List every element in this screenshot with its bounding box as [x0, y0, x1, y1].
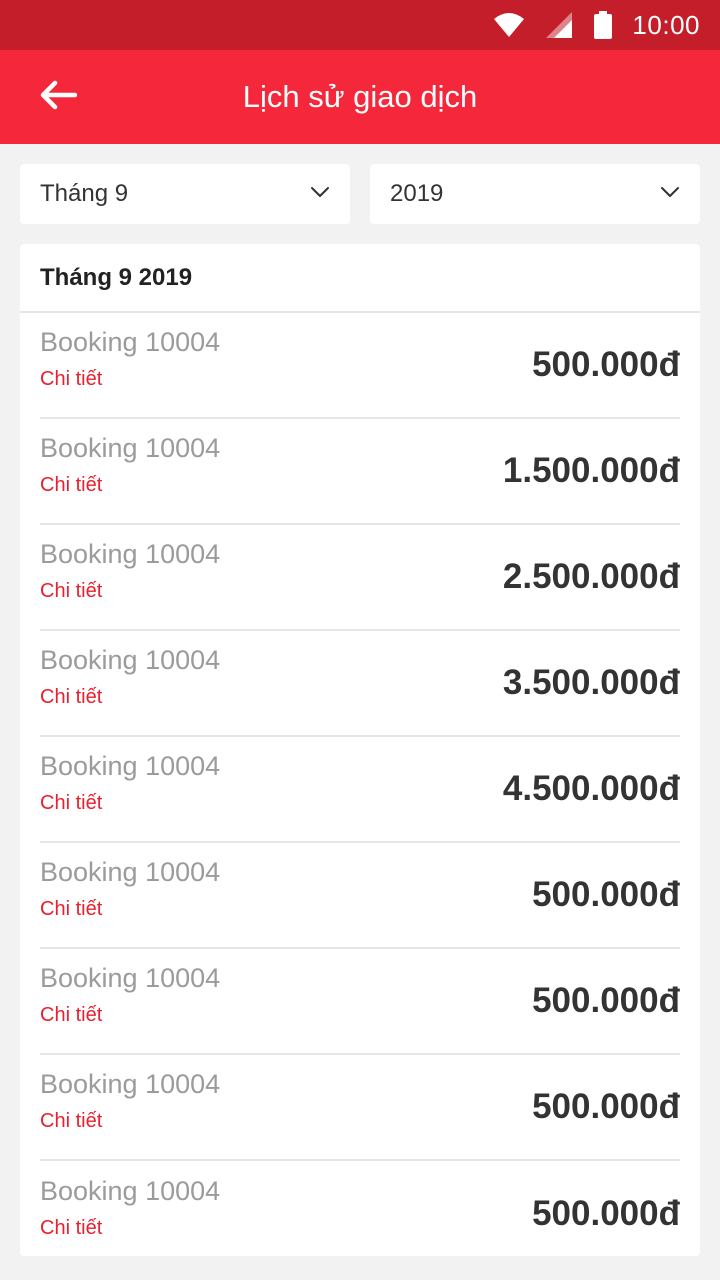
chevron-down-icon — [310, 185, 330, 203]
chevron-down-icon — [660, 185, 680, 203]
section-header: Tháng 9 2019 — [20, 244, 700, 313]
transaction-name: Booking 10004 — [40, 963, 221, 993]
transaction-name: Booking 10004 — [40, 1176, 221, 1206]
transaction-name: Booking 10004 — [40, 857, 221, 887]
detail-link[interactable]: Chi tiết — [40, 474, 220, 497]
transaction-amount: 4.500.000đ — [502, 769, 680, 808]
transaction-name: Booking 10004 — [40, 539, 221, 569]
transaction-amount: 500.000đ — [532, 1194, 680, 1233]
transaction-name: Booking 10004 — [40, 1069, 221, 1099]
transaction-row: Booking 10004 Chi tiết 500.000đ — [40, 1055, 680, 1161]
transaction-amount: 2.500.000đ — [502, 557, 680, 596]
transaction-amount: 500.000đ — [532, 1087, 680, 1126]
transaction-amount: 500.000đ — [532, 981, 680, 1020]
detail-link[interactable]: Chi tiết — [40, 368, 220, 391]
month-select-value: Tháng 9 — [40, 180, 129, 207]
transaction-list: Booking 10004 Chi tiết 500.000đ Booking … — [20, 313, 700, 1256]
month-select[interactable]: Tháng 9 — [20, 164, 350, 224]
transaction-row: Booking 10004 Chi tiết 4.500.000đ — [40, 737, 680, 843]
detail-link[interactable]: Chi tiết — [40, 1004, 220, 1027]
transaction-row: Booking 10004 Chi tiết 3.500.000đ — [40, 631, 680, 737]
transaction-name: Booking 10004 — [40, 433, 221, 463]
transaction-row: Booking 10004 Chi tiết 500.000đ — [40, 313, 680, 419]
status-time: 10:00 — [632, 9, 700, 40]
arrow-left-icon — [39, 80, 78, 115]
transaction-name: Booking 10004 — [40, 327, 221, 357]
detail-link[interactable]: Chi tiết — [40, 686, 220, 709]
battery-icon — [594, 11, 613, 39]
transactions-card: Tháng 9 2019 Booking 10004 Chi tiết 500.… — [20, 244, 700, 1256]
detail-link[interactable]: Chi tiết — [40, 898, 220, 921]
transaction-amount: 500.000đ — [532, 345, 680, 384]
transaction-row: Booking 10004 Chi tiết 2.500.000đ — [40, 525, 680, 631]
transaction-row: Booking 10004 Chi tiết 500.000đ — [40, 949, 680, 1055]
detail-link[interactable]: Chi tiết — [40, 1110, 220, 1133]
transaction-amount: 3.500.000đ — [502, 663, 680, 702]
transaction-name: Booking 10004 — [40, 751, 221, 781]
transaction-row: Booking 10004 Chi tiết 500.000đ — [40, 843, 680, 949]
transaction-amount: 1.500.000đ — [502, 451, 680, 490]
detail-link[interactable]: Chi tiết — [40, 792, 220, 815]
back-button[interactable] — [30, 73, 86, 121]
year-select[interactable]: 2019 — [370, 164, 700, 224]
transaction-row: Booking 10004 Chi tiết 500.000đ — [40, 1161, 680, 1256]
transaction-row: Booking 10004 Chi tiết 1.500.000đ — [40, 419, 680, 525]
detail-link[interactable]: Chi tiết — [40, 1217, 220, 1240]
signal-icon — [546, 12, 573, 38]
transaction-name: Booking 10004 — [40, 645, 221, 675]
status-bar: 10:00 — [0, 0, 720, 50]
detail-link[interactable]: Chi tiết — [40, 580, 220, 603]
page-title: Lịch sử giao dịch — [242, 79, 478, 114]
wifi-icon — [494, 13, 525, 37]
app-bar: Lịch sử giao dịch — [0, 50, 720, 144]
transaction-amount: 500.000đ — [532, 875, 680, 914]
year-select-value: 2019 — [390, 180, 444, 207]
